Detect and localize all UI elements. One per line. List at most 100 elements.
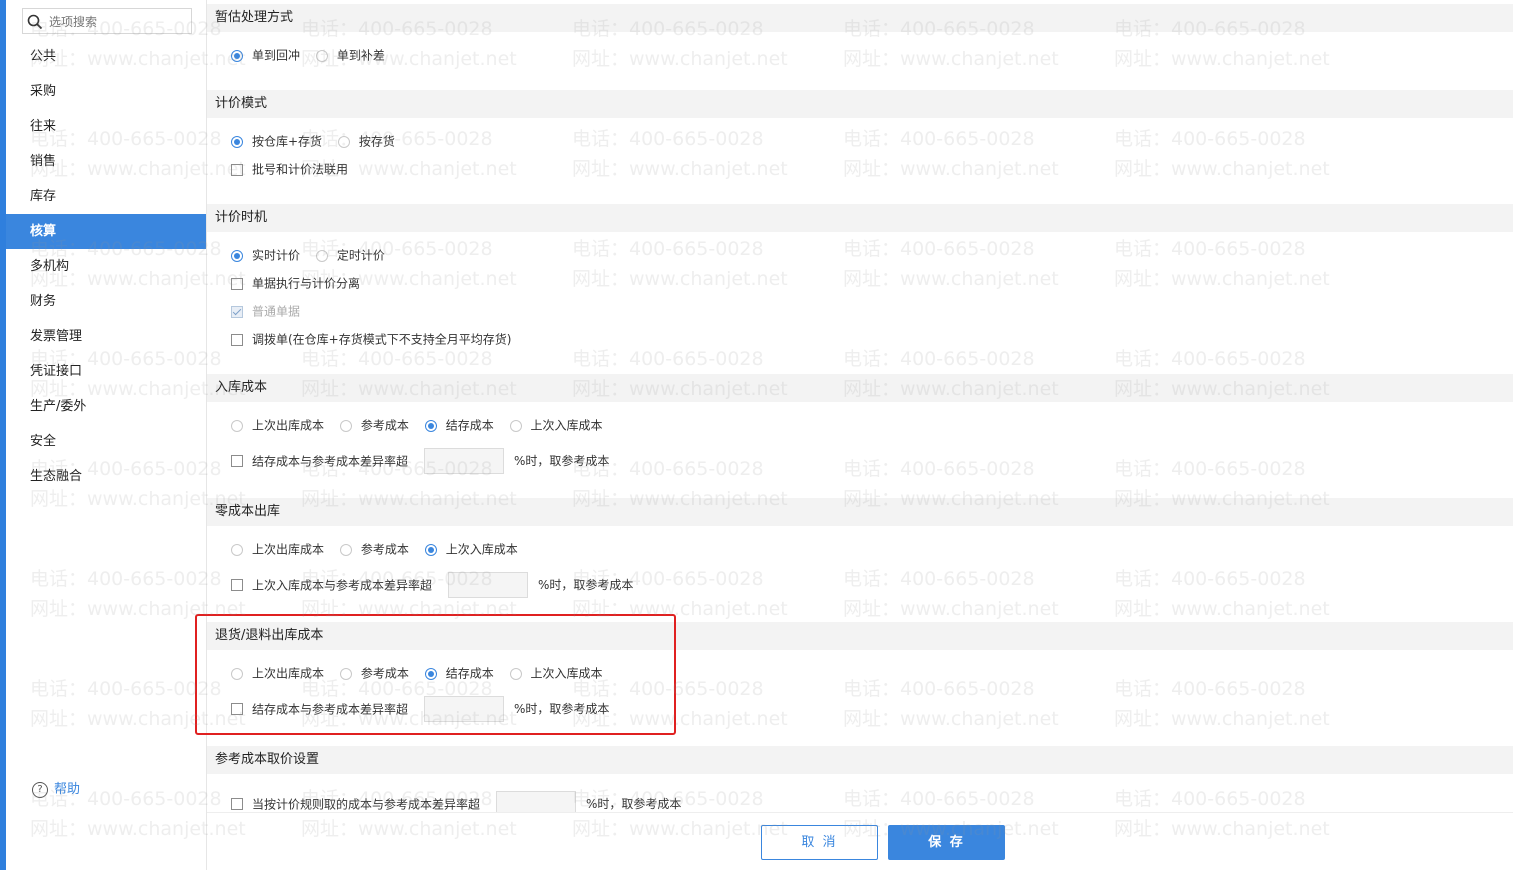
checkbox-icon: [231, 277, 243, 290]
pricing-mode-stock[interactable]: 按存货: [337, 131, 395, 152]
section-title-return-cost: 退货/退料出库成本: [207, 622, 1513, 650]
radio-icon: [315, 49, 328, 62]
search-icon: [27, 14, 43, 30]
sidebar-item-voucher-interface[interactable]: 凭证接口: [6, 354, 206, 389]
radio-selected-icon: [424, 667, 437, 680]
radio-selected-icon: [231, 49, 243, 62]
section-title-inbound-cost: 入库成本: [207, 374, 1513, 402]
radio-icon: [337, 135, 350, 148]
sidebar-item-inventory[interactable]: 库存: [6, 179, 206, 214]
inbound-reference-cost[interactable]: 参考成本: [339, 415, 409, 436]
save-button[interactable]: 保 存: [888, 825, 1005, 860]
return-diff-suffix: %时，取参考成本: [514, 702, 610, 716]
sidebar-menu: 公共 采购 往来 销售 库存 核算 多机构 财务 发票管理 凭证接口 生产/委外…: [6, 39, 206, 494]
pricing-mode-options: 按仓库+存货 按存货: [231, 131, 407, 151]
zero-last-inbound-cost[interactable]: 上次入库成本: [424, 539, 518, 560]
inbound-cost-options: 上次出库成本 参考成本 结存成本 上次入库成本: [231, 415, 615, 435]
separate-pricing-checkbox[interactable]: 单据执行与计价分离: [231, 273, 360, 294]
search-input[interactable]: [47, 9, 191, 35]
return-cost-options: 上次出库成本 参考成本 结存成本 上次入库成本: [231, 663, 615, 683]
option-search-box[interactable]: [22, 8, 192, 35]
radio-selected-icon: [231, 135, 243, 148]
batch-pricing-checkbox[interactable]: 批号和计价法联用: [231, 159, 348, 180]
separate-pricing-row: 单据执行与计价分离: [231, 273, 372, 293]
radio-icon: [231, 543, 243, 556]
return-reference-cost[interactable]: 参考成本: [339, 663, 409, 684]
sidebar-item-invoice[interactable]: 发票管理: [6, 319, 206, 354]
radio-selected-icon: [231, 249, 243, 262]
zero-last-outbound-cost[interactable]: 上次出库成本: [231, 539, 324, 560]
zero-cost-options: 上次出库成本 参考成本 上次入库成本: [231, 539, 530, 559]
sidebar-item-sales[interactable]: 销售: [6, 144, 206, 179]
sidebar-item-purchase[interactable]: 采购: [6, 74, 206, 109]
settings-sidebar: 公共 采购 往来 销售 库存 核算 多机构 财务 发票管理 凭证接口 生产/委外…: [6, 0, 207, 870]
sidebar-item-costing[interactable]: 核算: [6, 214, 206, 249]
checkbox-checked-icon: [231, 305, 243, 318]
radio-icon: [509, 667, 522, 680]
checkbox-icon: [231, 333, 243, 346]
radio-icon: [231, 419, 243, 432]
checkbox-icon: [231, 163, 243, 176]
zero-diff-suffix: %时，取参考成本: [538, 578, 634, 592]
reference-diff-checkbox[interactable]: 当按计价规则取的成本与参考成本差异率超: [231, 794, 480, 813]
radio-icon: [339, 543, 352, 556]
reference-diff-suffix: %时，取参考成本: [586, 797, 682, 811]
checkbox-icon: [231, 455, 243, 467]
return-diff-checkbox[interactable]: 结存成本与参考成本差异率超: [231, 699, 408, 720]
zero-reference-cost[interactable]: 参考成本: [339, 539, 409, 560]
pricing-time-options: 实时计价 定时计价: [231, 245, 397, 265]
return-diff-rate-input[interactable]: [424, 696, 505, 722]
help-link[interactable]: ? 帮助: [32, 780, 80, 800]
dialog-footer: 取 消 保 存: [207, 812, 1513, 871]
section-title-zero-cost: 零成本出库: [207, 498, 1513, 526]
zero-diff-rate-input[interactable]: [448, 572, 529, 598]
inbound-diff-rate-input[interactable]: [424, 448, 505, 474]
inbound-balance-cost[interactable]: 结存成本: [424, 415, 494, 436]
pricing-mode-warehouse-stock[interactable]: 按仓库+存货: [231, 131, 322, 152]
cancel-button[interactable]: 取 消: [761, 825, 878, 860]
sidebar-item-production[interactable]: 生产/委外: [6, 389, 206, 424]
return-last-inbound-cost[interactable]: 上次入库成本: [509, 663, 603, 684]
return-last-outbound-cost[interactable]: 上次出库成本: [231, 663, 324, 684]
sidebar-item-multi-org[interactable]: 多机构: [6, 249, 206, 284]
batch-pricing-row: 批号和计价法联用: [231, 159, 360, 179]
sidebar-item-security[interactable]: 安全: [6, 424, 206, 459]
transfer-document-row: 调拨单(在仓库+存货模式下不支持全月平均存货): [231, 329, 523, 349]
checkbox-icon: [231, 703, 243, 715]
zero-diff-row: 上次入库成本与参考成本差异率超 %时，取参考成本: [231, 572, 634, 598]
estimate-option-supplement[interactable]: 单到补差: [315, 45, 385, 66]
checkbox-icon: [231, 579, 243, 591]
estimate-options: 单到回冲 单到补差: [231, 45, 397, 65]
radio-icon: [339, 667, 352, 680]
section-title-reference-cost: 参考成本取价设置: [207, 746, 1513, 774]
pricing-time-scheduled[interactable]: 定时计价: [315, 245, 385, 266]
section-title-pricing-time: 计价时机: [207, 204, 1513, 232]
inbound-diff-row: 结存成本与参考成本差异率超 %时，取参考成本: [231, 448, 610, 474]
return-balance-cost[interactable]: 结存成本: [424, 663, 494, 684]
inbound-last-outbound-cost[interactable]: 上次出库成本: [231, 415, 324, 436]
radio-icon: [509, 419, 522, 432]
radio-icon: [231, 667, 243, 680]
return-diff-row: 结存成本与参考成本差异率超 %时，取参考成本: [231, 696, 610, 722]
inbound-diff-suffix: %时，取参考成本: [514, 454, 610, 468]
zero-diff-checkbox[interactable]: 上次入库成本与参考成本差异率超: [231, 575, 432, 596]
sidebar-item-finance[interactable]: 财务: [6, 284, 206, 319]
sidebar-item-accounts[interactable]: 往来: [6, 109, 206, 144]
section-title-pricing-mode: 计价模式: [207, 90, 1513, 118]
reference-diff-row: 当按计价规则取的成本与参考成本差异率超 %时，取参考成本: [231, 791, 682, 813]
normal-document-checkbox[interactable]: 普通单据: [231, 301, 300, 322]
transfer-document-checkbox[interactable]: 调拨单(在仓库+存货模式下不支持全月平均存货): [231, 329, 511, 350]
pricing-time-realtime[interactable]: 实时计价: [231, 245, 300, 266]
settings-content: 暂估处理方式 单到回冲 单到补差 计价模式 按仓库+存货 按存货 批号和计价法联…: [207, 0, 1513, 812]
radio-selected-icon: [424, 419, 437, 432]
sidebar-item-public[interactable]: 公共: [6, 39, 206, 74]
reference-diff-rate-input[interactable]: [496, 791, 577, 812]
inbound-last-inbound-cost[interactable]: 上次入库成本: [509, 415, 603, 436]
help-label: 帮助: [54, 782, 81, 797]
radio-icon: [315, 249, 328, 262]
sidebar-item-ecosystem[interactable]: 生态融合: [6, 459, 206, 494]
radio-selected-icon: [424, 543, 437, 556]
question-icon: ?: [32, 781, 48, 798]
inbound-diff-checkbox[interactable]: 结存成本与参考成本差异率超: [231, 451, 408, 472]
estimate-option-reverse[interactable]: 单到回冲: [231, 45, 300, 66]
